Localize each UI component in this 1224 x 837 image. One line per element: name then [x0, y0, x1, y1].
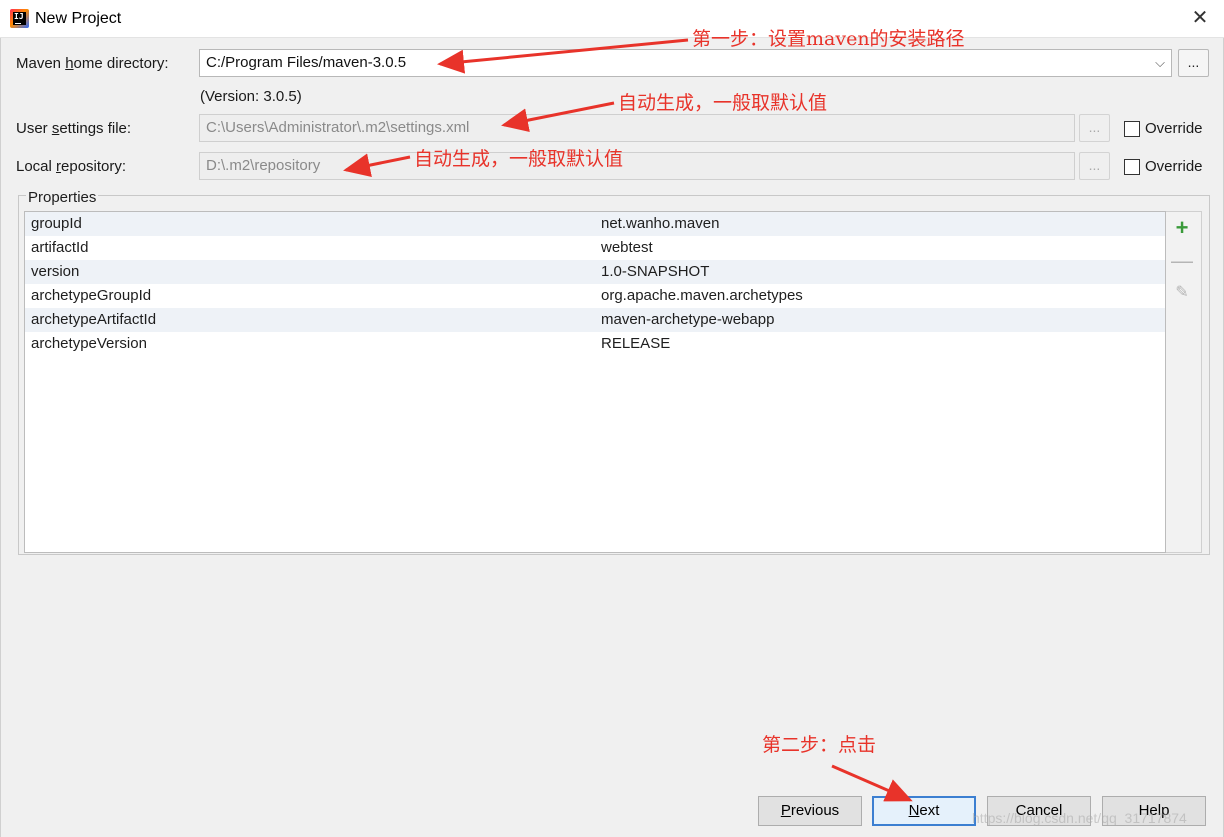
previous-button[interactable]: Previous: [758, 796, 862, 826]
table-row[interactable]: groupId net.wanho.maven: [25, 212, 1165, 236]
table-row[interactable]: archetypeGroupId org.apache.maven.archet…: [25, 284, 1165, 308]
property-value: org.apache.maven.archetypes: [601, 287, 803, 304]
property-key: archetypeGroupId: [31, 287, 152, 304]
property-value: net.wanho.maven: [601, 215, 720, 232]
local-repository-override-checkbox[interactable]: [1124, 159, 1140, 175]
annotation-auto-repository: 自动生成，一般取默认值: [414, 148, 624, 170]
maven-version-text: (Version: 3.0.5): [200, 88, 302, 105]
maven-home-label: Maven home directory:: [16, 55, 169, 72]
remove-icon: —: [1171, 248, 1193, 273]
user-settings-override-label[interactable]: Override: [1145, 120, 1203, 137]
next-button[interactable]: Next: [872, 796, 976, 826]
table-row[interactable]: archetypeArtifactId maven-archetype-weba…: [25, 308, 1165, 332]
property-value: RELEASE: [601, 335, 671, 352]
property-key: artifactId: [31, 239, 89, 256]
local-repository-browse-button: ...: [1079, 152, 1110, 180]
property-value: maven-archetype-webapp: [601, 311, 775, 328]
table-row[interactable]: artifactId webtest: [25, 236, 1165, 260]
annotation-step2: 第二步：点击: [762, 734, 877, 756]
close-icon[interactable]: ✕: [1190, 8, 1210, 28]
add-icon[interactable]: +: [1171, 217, 1193, 239]
user-settings-override-checkbox[interactable]: [1124, 121, 1140, 137]
watermark: https://blog.csdn.net/qq_31717874: [972, 810, 1187, 826]
properties-legend: Properties: [26, 189, 99, 206]
maven-home-browse-button[interactable]: ...: [1178, 49, 1209, 77]
window-title: New Project: [35, 10, 122, 27]
property-key: groupId: [31, 215, 82, 232]
local-repository-field: D:\.m2\repository: [199, 152, 1075, 180]
property-value: webtest: [601, 239, 653, 256]
local-repository-label: Local repository:: [16, 158, 127, 175]
intellij-app-icon: IJ: [10, 9, 29, 28]
edit-icon: ✎: [1175, 284, 1189, 301]
property-key: archetypeArtifactId: [31, 311, 157, 328]
chevron-down-icon[interactable]: ⌵: [1155, 50, 1165, 76]
maven-home-combobox[interactable]: C:/Program Files/maven-3.0.5 ⌵: [199, 49, 1172, 77]
table-row[interactable]: archetypeVersion RELEASE: [25, 332, 1165, 356]
property-key: archetypeVersion: [31, 335, 147, 352]
table-row[interactable]: version 1.0-SNAPSHOT: [25, 260, 1165, 284]
local-repository-override-label[interactable]: Override: [1145, 158, 1203, 175]
property-value: 1.0-SNAPSHOT: [601, 263, 710, 280]
property-key: version: [31, 263, 80, 280]
maven-home-value: C:/Program Files/maven-3.0.5: [206, 54, 407, 71]
properties-table[interactable]: groupId net.wanho.maven artifactId webte…: [24, 211, 1166, 553]
annotation-auto-settings: 自动生成，一般取默认值: [618, 92, 828, 114]
title-bar: IJ New Project ✕: [0, 0, 1224, 38]
user-settings-browse-button: ...: [1079, 114, 1110, 142]
annotation-step1: 第一步：设置maven的安装路径: [692, 28, 965, 50]
user-settings-field: C:\Users\Administrator\.m2\settings.xml: [199, 114, 1075, 142]
properties-toolbar: + — ✎: [1166, 211, 1202, 553]
user-settings-label: User settings file:: [16, 120, 132, 137]
